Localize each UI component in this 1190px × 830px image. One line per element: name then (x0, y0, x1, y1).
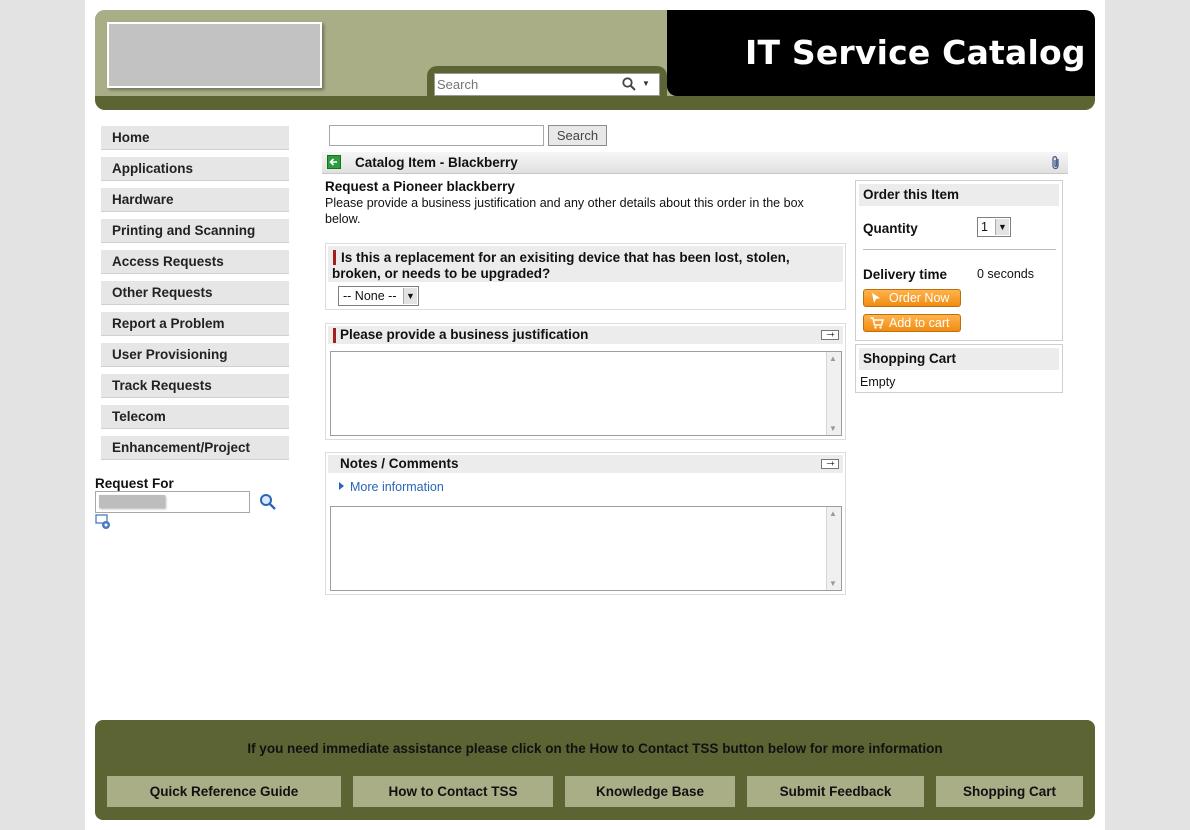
justification-header: Please provide a business justification … (328, 326, 843, 344)
replacement-question-section: Is this a replacement for an exisiting d… (325, 243, 846, 310)
notes-label: Notes / Comments (340, 456, 459, 471)
scroll-down-icon[interactable]: ▼ (829, 579, 837, 588)
page-title: IT Service Catalog (745, 33, 1086, 72)
notes-textarea[interactable]: ▲ ▼ (330, 506, 842, 591)
order-now-label: Order Now (889, 291, 950, 305)
back-arrow-icon[interactable] (327, 155, 341, 169)
page: ▼ IT Service Catalog Home Applications H… (85, 0, 1105, 830)
order-panel-header: Order this Item (859, 184, 1059, 206)
required-marker (333, 328, 336, 343)
global-search-input[interactable] (437, 76, 612, 93)
scroll-up-icon[interactable]: ▲ (829, 354, 837, 363)
scroll-down-icon[interactable]: ▼ (829, 424, 837, 433)
footer-shopping-cart-button[interactable]: Shopping Cart (936, 776, 1083, 807)
justification-section: Please provide a business justification … (325, 323, 846, 440)
more-information-link[interactable]: More information (339, 480, 444, 494)
delivery-time-value: 0 seconds (977, 267, 1034, 281)
item-description: Please provide a business justification … (325, 196, 804, 226)
catalog-search-button[interactable]: Search (548, 125, 607, 146)
quantity-label: Quantity (863, 221, 918, 236)
replacement-select[interactable]: -- None -- ▼ (338, 286, 419, 306)
collapse-expand-icon[interactable]: −+ (821, 459, 839, 469)
quantity-value: 1 (981, 220, 988, 234)
catalog-item-header: Catalog Item - Blackberry (322, 152, 1068, 174)
textarea-scrollbar[interactable]: ▲ ▼ (826, 352, 841, 435)
divider (863, 249, 1056, 250)
knowledge-base-button[interactable]: Knowledge Base (565, 776, 735, 807)
replacement-select-value: -- None -- (343, 289, 397, 303)
submit-feedback-button[interactable]: Submit Feedback (747, 776, 924, 807)
company-logo (107, 22, 322, 88)
footer-message: If you need immediate assistance please … (247, 741, 943, 756)
user-lookup-search-icon[interactable] (259, 493, 277, 511)
order-panel: Order this Item Quantity 1 ▼ Delivery ti… (855, 180, 1063, 341)
footer: If you need immediate assistance please … (95, 720, 1095, 820)
catalog-search-input[interactable] (329, 125, 544, 146)
sidebar-item-printing-scanning[interactable]: Printing and Scanning (101, 219, 289, 243)
shopping-cart-panel: Shopping Cart Empty (855, 344, 1063, 393)
request-for-input[interactable] (95, 491, 250, 513)
replacement-question-text: Is this a replacement for an exisiting d… (332, 250, 790, 281)
shopping-cart-title: Shopping Cart (863, 351, 956, 366)
sidebar-item-user-provisioning[interactable]: User Provisioning (101, 343, 289, 367)
delivery-time-label: Delivery time (863, 267, 948, 282)
notes-section: Notes / Comments −+ More information ▲ ▼ (325, 452, 846, 595)
global-search[interactable]: ▼ (434, 73, 660, 96)
sidebar-item-other-requests[interactable]: Other Requests (101, 281, 289, 305)
collapse-expand-icon[interactable]: −+ (821, 330, 839, 340)
quick-reference-guide-button[interactable]: Quick Reference Guide (107, 776, 341, 807)
justification-textarea[interactable]: ▲ ▼ (330, 351, 842, 436)
cart-icon (870, 317, 884, 329)
sidebar-item-home[interactable]: Home (101, 126, 289, 150)
title-block: IT Service Catalog (667, 10, 1095, 96)
shopping-cart-header: Shopping Cart (859, 348, 1059, 370)
attachment-paperclip-icon[interactable] (1050, 155, 1062, 171)
item-title: Request a Pioneer blackberry (325, 179, 515, 194)
shopping-cart-status: Empty (860, 375, 896, 389)
sidebar-item-telecom[interactable]: Telecom (101, 405, 289, 429)
order-now-button[interactable]: Order Now (863, 289, 961, 307)
sidebar-item-report-problem[interactable]: Report a Problem (101, 312, 289, 336)
header-banner: ▼ IT Service Catalog (95, 10, 1095, 110)
search-options-chevron-icon[interactable]: ▼ (642, 79, 650, 88)
how-to-contact-tss-button[interactable]: How to Contact TSS (353, 776, 553, 807)
expand-triangle-icon (339, 482, 344, 490)
cursor-arrow-icon (872, 293, 880, 303)
sidebar-item-track-requests[interactable]: Track Requests (101, 374, 289, 398)
notes-header: Notes / Comments −+ (328, 455, 843, 473)
order-panel-title: Order this Item (863, 187, 960, 202)
scroll-up-icon[interactable]: ▲ (829, 509, 837, 518)
sidebar-item-applications[interactable]: Applications (101, 157, 289, 181)
question-header: Is this a replacement for an exisiting d… (328, 246, 843, 282)
more-information-label: More information (350, 480, 444, 494)
sidebar-item-access-requests[interactable]: Access Requests (101, 250, 289, 274)
add-to-cart-button[interactable]: Add to cart (863, 314, 961, 332)
quantity-select[interactable]: 1 ▼ (977, 217, 1011, 237)
search-icon[interactable] (621, 76, 637, 92)
request-for-label: Request For (95, 476, 174, 491)
sidebar-item-enhancement-project[interactable]: Enhancement/Project (101, 436, 289, 460)
redacted-user-name (99, 495, 165, 508)
add-to-cart-label: Add to cart (889, 316, 950, 330)
chevron-down-icon[interactable]: ▼ (995, 219, 1009, 235)
chevron-down-icon[interactable]: ▼ (403, 288, 417, 304)
textarea-scrollbar[interactable]: ▲ ▼ (826, 507, 841, 590)
sidebar-item-hardware[interactable]: Hardware (101, 188, 289, 212)
justification-label: Please provide a business justification (340, 327, 589, 342)
catalog-item-title: Catalog Item - Blackberry (355, 155, 518, 170)
user-reference-icon[interactable] (95, 514, 111, 530)
